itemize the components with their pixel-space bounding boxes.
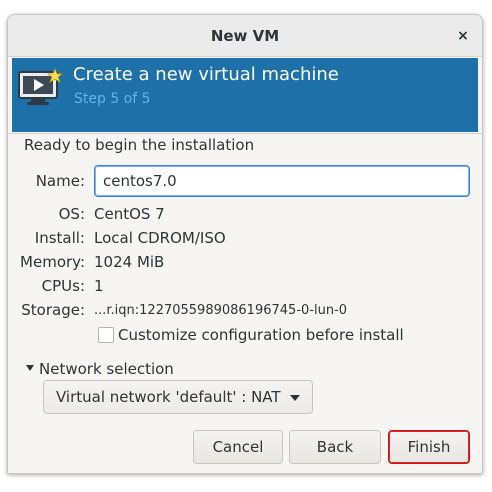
network-dropdown[interactable]: Virtual network 'default' : NAT xyxy=(43,380,313,414)
dropdown-arrow-icon xyxy=(290,395,300,401)
new-vm-dialog: New VM × Create a new virtual machine St… xyxy=(7,14,483,474)
name-label: Name: xyxy=(35,172,85,190)
finish-button[interactable]: Finish xyxy=(388,430,470,464)
back-button[interactable]: Back xyxy=(289,430,381,464)
banner-step: Step 5 of 5 xyxy=(74,91,151,107)
storage-value: ...r.iqn:1227055989086196745-0-lun-0 xyxy=(94,303,348,318)
os-value: CentOS 7 xyxy=(94,205,165,223)
title-bar[interactable]: New VM × xyxy=(8,15,482,57)
memory-value: 1024 MiB xyxy=(94,253,165,271)
banner-title: Create a new virtual machine xyxy=(73,64,339,85)
network-selection-label[interactable]: Network selection xyxy=(39,360,174,378)
cpus-value: 1 xyxy=(94,277,104,295)
install-label: Install: xyxy=(34,229,85,247)
close-icon[interactable]: × xyxy=(454,27,472,45)
ready-heading: Ready to begin the installation xyxy=(24,136,255,154)
expander-arrow-icon xyxy=(26,365,34,371)
customize-checkbox-label[interactable]: Customize configuration before install xyxy=(118,326,404,344)
monitor-play-icon xyxy=(18,68,63,105)
storage-label: Storage: xyxy=(21,301,85,319)
window-title: New VM xyxy=(210,27,280,45)
install-value: Local CDROM/ISO xyxy=(94,229,226,247)
summary-panel: Ready to begin the installation Name: OS… xyxy=(8,133,482,473)
cancel-button[interactable]: Cancel xyxy=(193,430,283,464)
name-input[interactable] xyxy=(94,165,470,197)
wizard-banner: Create a new virtual machine Step 5 of 5 xyxy=(12,58,478,132)
cpus-label: CPUs: xyxy=(41,277,85,295)
memory-label: Memory: xyxy=(20,253,85,271)
os-label: OS: xyxy=(58,205,85,223)
customize-checkbox[interactable] xyxy=(98,327,114,343)
network-dropdown-value: Virtual network 'default' : NAT xyxy=(56,388,281,406)
